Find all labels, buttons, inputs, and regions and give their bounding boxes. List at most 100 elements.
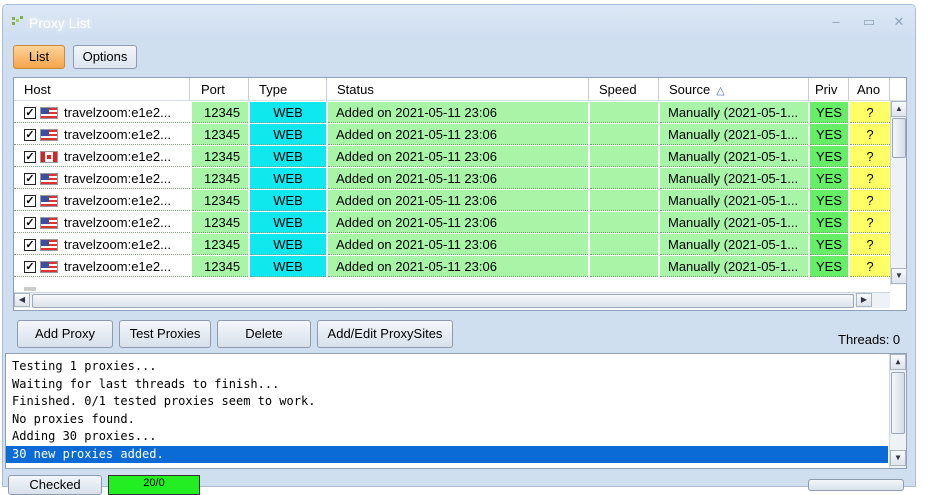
cell-port: 12345: [192, 212, 248, 233]
add-proxy-button[interactable]: Add Proxy: [17, 320, 113, 348]
log-scroll-down-icon[interactable]: ▼: [890, 450, 906, 466]
usa-flag-icon: [40, 106, 58, 119]
cell-host: ✓ travelzoom:e1e2...: [14, 146, 190, 167]
log-line[interactable]: No proxies found.: [6, 411, 888, 428]
tab-options[interactable]: Options: [73, 45, 137, 69]
cell-ano: ?: [850, 124, 890, 145]
column-header-type[interactable]: Type: [249, 78, 327, 101]
log-line[interactable]: Finished. 0/1 tested proxies seem to wor…: [6, 393, 888, 410]
close-icon[interactable]: ✕: [889, 13, 909, 31]
table-vertical-scrollbar[interactable]: ▲ ▼: [890, 101, 907, 285]
cell-port: 12345: [192, 234, 248, 255]
scroll-up-icon[interactable]: ▲: [891, 101, 907, 117]
host-text: travelzoom:e1e2...: [64, 105, 171, 120]
table-row[interactable]: ✓ travelzoom:e1e2... 12345 WEB Added on 2021…: [14, 190, 890, 212]
test-proxies-button[interactable]: Test Proxies: [119, 320, 211, 348]
footer-right-button[interactable]: [808, 479, 904, 491]
cell-status: Added on 2021-05-11 23:06: [328, 190, 588, 211]
table-row[interactable]: ✓ travelzoom:e1e2... 12345 WEB Added on 2021…: [14, 212, 890, 234]
cell-speed: [590, 190, 658, 211]
row-checkbox[interactable]: ✓: [24, 194, 36, 207]
log-line[interactable]: 30 new proxies added.: [6, 445, 888, 463]
row-checkbox[interactable]: ✓: [24, 216, 36, 229]
usa-flag-icon: [40, 260, 58, 273]
table-row[interactable]: ✓ travelzoom:e1e2... 12345 WEB Added on 2021…: [14, 102, 890, 124]
column-header-host[interactable]: Host: [14, 78, 190, 101]
row-checkbox[interactable]: ✓: [24, 238, 36, 251]
checked-count: 20/0: [108, 475, 200, 495]
table-row[interactable]: ✓ travelzoom:e1e2... 12345 WEB Added on 2021…: [14, 124, 890, 146]
cell-priv: YES: [810, 234, 848, 255]
cell-type: WEB: [250, 168, 326, 189]
maximize-icon[interactable]: ▭: [859, 13, 879, 31]
column-header-source[interactable]: Source △: [659, 78, 809, 101]
row-checkbox[interactable]: ✓: [24, 260, 36, 273]
cell-speed: [590, 146, 658, 167]
cell-ano: ?: [850, 234, 890, 255]
table-row[interactable]: ✓ travelzoom:e1e2... 12345 WEB Added on 2021…: [14, 256, 890, 278]
host-text: travelzoom:e1e2...: [64, 149, 171, 164]
host-text: travelzoom:e1e2...: [64, 127, 171, 142]
table-row[interactable]: ✓ travelzoom:e1e2... 12345 WEB Added on 2021…: [14, 234, 890, 256]
scroll-down-icon[interactable]: ▼: [891, 268, 907, 284]
cell-host: ✓ travelzoom:e1e2...: [14, 256, 190, 277]
row-checkbox[interactable]: ✓: [24, 172, 36, 185]
log-output[interactable]: Testing 1 proxies... Waiting for last thr…: [5, 353, 907, 469]
cell-ano: ?: [850, 190, 890, 211]
log-line[interactable]: Waiting for last threads to finish...: [6, 376, 888, 393]
canada-flag-icon: [40, 150, 58, 163]
row-checkbox[interactable]: ✓: [24, 128, 36, 141]
row-checkbox[interactable]: ✓: [24, 106, 36, 119]
scroll-thumb[interactable]: [892, 118, 906, 158]
cell-type: WEB: [250, 234, 326, 255]
scroll-right-icon[interactable]: ▶: [856, 293, 872, 307]
cell-priv: YES: [810, 168, 848, 189]
cell-source: Manually (2021-05-1...: [660, 146, 808, 167]
cell-port: 12345: [192, 168, 248, 189]
cell-port: 12345: [192, 102, 248, 123]
table-row[interactable]: ✓ travelzoom:e1e2... 12345 WEB Added on 2021…: [14, 168, 890, 190]
cell-ano: ?: [850, 168, 890, 189]
cell-ano: ?: [850, 102, 890, 123]
cell-priv: YES: [810, 102, 848, 123]
cell-speed: [590, 168, 658, 189]
cell-port: 12345: [192, 124, 248, 145]
horizontal-scroll-thumb[interactable]: [32, 294, 854, 308]
log-scroll-thumb[interactable]: [891, 372, 905, 434]
tab-list[interactable]: List: [13, 45, 65, 69]
cell-ano: ?: [850, 146, 890, 167]
cell-host: ✓ travelzoom:e1e2...: [14, 124, 190, 145]
window-title: Proxy List: [29, 15, 91, 31]
log-scroll-up-icon[interactable]: ▲: [890, 354, 906, 370]
cell-speed: [590, 256, 658, 277]
table-row[interactable]: ✓ travelzoom:e1e2... 12345 WEB Added on 2021…: [14, 146, 890, 168]
column-header-status[interactable]: Status: [327, 78, 589, 101]
cell-type: WEB: [250, 146, 326, 167]
threads-count: Threads: 0: [838, 332, 901, 347]
column-header-priv[interactable]: Priv: [809, 78, 849, 101]
cell-source: Manually (2021-05-1...: [660, 102, 808, 123]
minimize-icon[interactable]: –: [826, 13, 846, 31]
cell-status: Added on 2021-05-11 23:06: [328, 102, 588, 123]
row-checkbox[interactable]: ✓: [24, 150, 36, 163]
column-header-ano[interactable]: Ano: [849, 78, 890, 101]
cell-type: WEB: [250, 190, 326, 211]
log-line[interactable]: Testing 1 proxies...: [6, 358, 888, 375]
log-vertical-scrollbar[interactable]: ▲ ▼: [889, 354, 906, 468]
usa-flag-icon: [40, 194, 58, 207]
cell-priv: YES: [810, 256, 848, 277]
cell-priv: YES: [810, 190, 848, 211]
column-header-port[interactable]: Port: [191, 78, 249, 101]
table-horizontal-scrollbar[interactable]: ◀ ▶: [14, 292, 890, 308]
host-text: travelzoom:e1e2...: [64, 215, 171, 230]
cell-port: 12345: [192, 146, 248, 167]
log-line[interactable]: Adding 30 proxies...: [6, 428, 888, 445]
column-header-speed[interactable]: Speed: [589, 78, 659, 101]
title-bar[interactable]: Proxy List – ▭ ✕: [3, 5, 915, 39]
scroll-left-icon[interactable]: ◀: [14, 293, 30, 307]
delete-button[interactable]: Delete: [217, 320, 311, 348]
table-header: Host Port Type Status Speed Source △ Priv…: [14, 78, 906, 101]
host-text: travelzoom:e1e2...: [64, 259, 171, 274]
checked-button[interactable]: Checked: [8, 475, 102, 495]
add-edit-proxysites-button[interactable]: Add/Edit ProxySites: [317, 320, 453, 348]
